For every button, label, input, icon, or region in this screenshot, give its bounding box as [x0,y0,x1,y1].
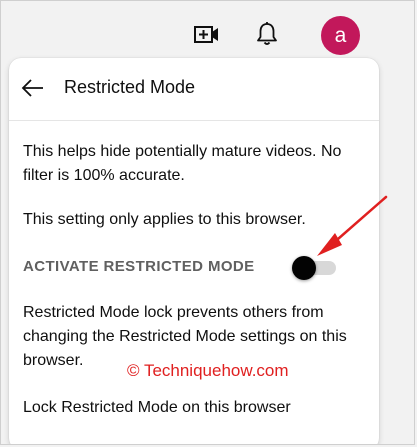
toggle-knob[interactable] [292,256,316,280]
create-button[interactable] [191,19,223,51]
browser-note: This setting only applies to this browse… [23,211,306,228]
divider [9,120,379,121]
lock-restricted-mode-option[interactable]: Lock Restricted Mode on this browser [23,396,291,420]
bell-icon [257,22,277,45]
restricted-mode-description: This helps hide potentially mature video… [23,143,342,184]
app-frame: a Restricted Mode This helps hide potent… [0,0,415,445]
back-button[interactable] [19,74,47,102]
video-camera-plus-icon [194,26,218,43]
watermark: © Techniquehow.com [127,361,289,380]
panel-header: Restricted Mode [9,58,379,118]
avatar[interactable]: a [321,16,360,55]
notifications-button[interactable] [251,17,283,51]
top-bar: a [1,1,414,61]
panel-title: Restricted Mode [64,77,196,97]
activate-restricted-mode-toggle[interactable] [292,256,338,280]
activate-restricted-mode-label: ACTIVATE RESTRICTED MODE [23,258,255,275]
arrow-left-icon [21,79,43,97]
restricted-mode-panel: Restricted Mode This helps hide potentia… [9,58,379,444]
